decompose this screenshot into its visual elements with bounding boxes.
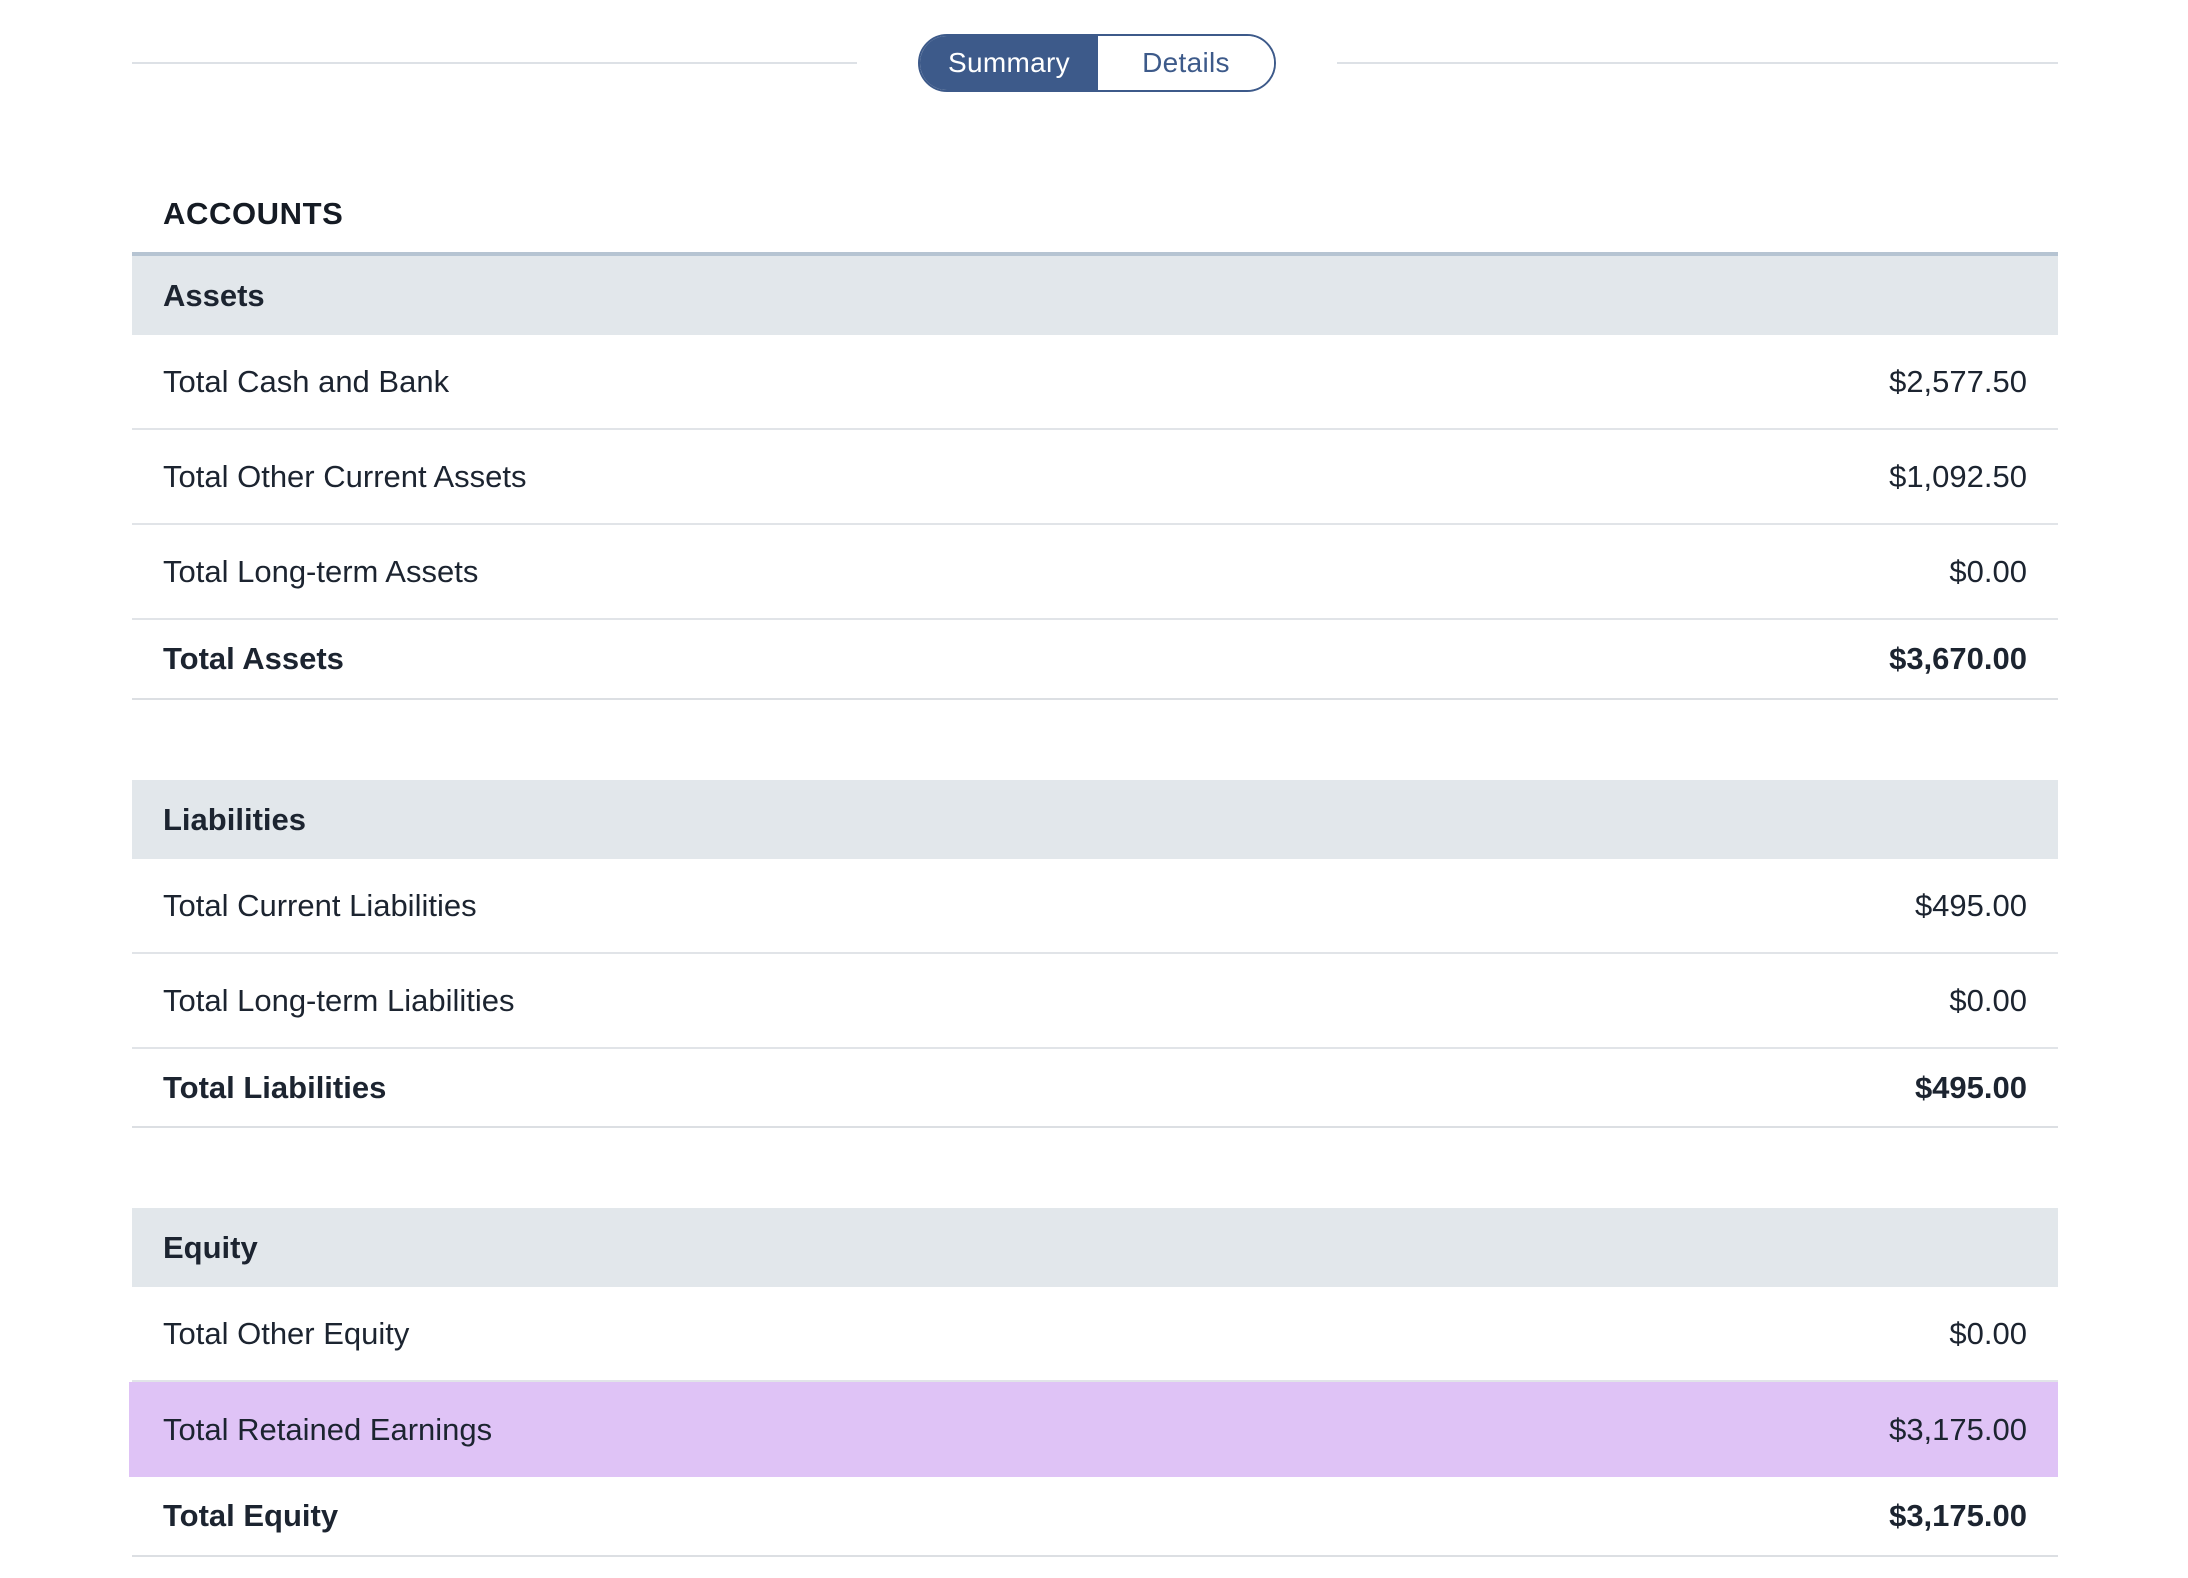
- divider-left: [132, 62, 857, 64]
- total-amount: $3,670.00: [1889, 641, 2027, 676]
- total-row-equity: Total Equity $3,175.00: [132, 1477, 2058, 1557]
- section-header-equity: Equity: [132, 1208, 2058, 1287]
- view-toggle-row: Summary Details: [132, 0, 2058, 130]
- row-amount: $0.00: [1949, 553, 2027, 589]
- total-label: Total Equity: [163, 1498, 339, 1533]
- row-label: Total Cash and Bank: [163, 363, 450, 399]
- row-label: Total Other Equity: [163, 1315, 410, 1351]
- divider-right: [1337, 62, 2058, 64]
- row-amount: $0.00: [1949, 982, 2027, 1018]
- table-row: Total Cash and Bank $2,577.50: [132, 335, 2058, 430]
- accounts-heading: ACCOUNTS: [132, 130, 2058, 256]
- table-row: Total Other Equity $0.00: [132, 1287, 2058, 1382]
- row-amount: $0.00: [1949, 1315, 2027, 1351]
- table-row: Total Long-term Assets $0.00: [132, 525, 2058, 620]
- table-row: Total Other Current Assets $1,092.50: [132, 430, 2058, 525]
- row-label: Total Long-term Assets: [163, 553, 479, 589]
- total-amount: $3,175.00: [1889, 1498, 2027, 1533]
- row-amount: $2,577.50: [1889, 363, 2027, 399]
- equity-section: Equity Total Other Equity $0.00 Total Re…: [129, 1208, 2058, 1557]
- row-amount: $1,092.50: [1889, 458, 2027, 494]
- balance-sheet-page: Summary Details ACCOUNTS Assets Total Ca…: [129, 0, 2058, 1557]
- table-row-highlighted: Total Retained Earnings $3,175.00: [129, 1382, 2058, 1477]
- table-row: Total Long-term Liabilities $0.00: [132, 954, 2058, 1049]
- row-label: Total Retained Earnings: [163, 1411, 493, 1447]
- row-label: Total Long-term Liabilities: [163, 982, 515, 1018]
- table-row: Total Current Liabilities $495.00: [132, 859, 2058, 954]
- summary-toggle-button[interactable]: Summary: [920, 36, 1098, 90]
- total-label: Total Assets: [163, 641, 344, 676]
- total-row-liabilities: Total Liabilities $495.00: [132, 1049, 2058, 1128]
- assets-section: Assets Total Cash and Bank $2,577.50 Tot…: [132, 256, 2058, 700]
- section-header-liabilities: Liabilities: [132, 780, 2058, 859]
- row-label: Total Other Current Assets: [163, 458, 527, 494]
- details-toggle-button[interactable]: Details: [1098, 36, 1274, 90]
- liabilities-section: Liabilities Total Current Liabilities $4…: [132, 780, 2058, 1128]
- view-toggle: Summary Details: [918, 34, 1276, 92]
- section-header-assets: Assets: [132, 256, 2058, 335]
- total-label: Total Liabilities: [163, 1069, 387, 1105]
- total-row-assets: Total Assets $3,670.00: [132, 620, 2058, 700]
- total-amount: $495.00: [1914, 1069, 2027, 1105]
- row-amount: $3,175.00: [1889, 1411, 2027, 1447]
- row-amount: $495.00: [1914, 887, 2027, 923]
- row-label: Total Current Liabilities: [163, 887, 477, 923]
